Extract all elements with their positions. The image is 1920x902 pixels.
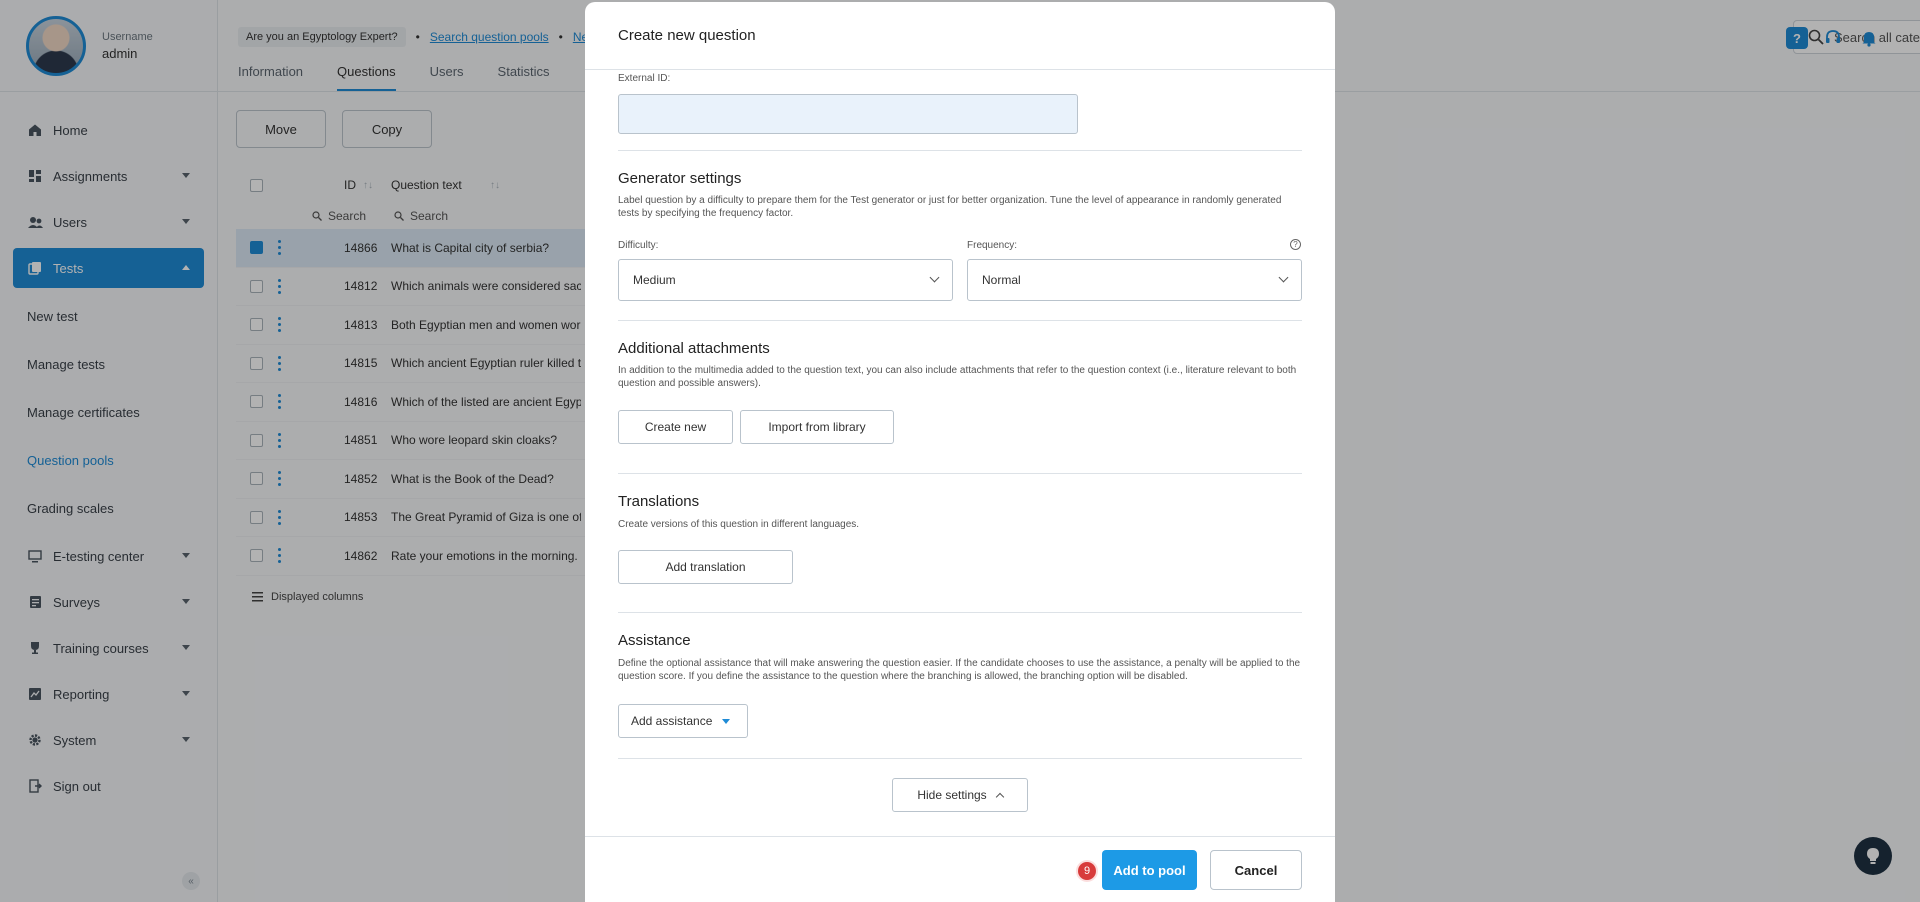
generator-settings-desc: Label question by a difficulty to prepar… bbox=[618, 195, 1282, 219]
cancel-button[interactable]: Cancel bbox=[1210, 850, 1302, 890]
difficulty-select[interactable]: Medium bbox=[618, 259, 953, 301]
modal-title: Create new question bbox=[585, 2, 1335, 70]
chevron-down-icon bbox=[929, 272, 940, 283]
divider bbox=[618, 758, 1302, 759]
frequency-select[interactable]: Normal bbox=[967, 259, 1302, 301]
divider bbox=[618, 150, 1302, 151]
difficulty-label: Difficulty: bbox=[618, 240, 659, 251]
import-from-library-button[interactable]: Import from library bbox=[740, 410, 894, 444]
difficulty-value: Medium bbox=[633, 273, 676, 287]
chevron-up-icon bbox=[995, 792, 1004, 802]
caret-down-icon bbox=[722, 718, 731, 724]
notification-badge: 9 bbox=[1078, 862, 1096, 880]
attachments-desc: In addition to the multimedia added to t… bbox=[618, 365, 1297, 389]
modal-footer: 9 Add to pool Cancel bbox=[585, 836, 1335, 902]
create-new-attachment-button[interactable]: Create new bbox=[618, 410, 733, 444]
assistance-title: Assistance bbox=[618, 632, 691, 649]
translations-title: Translations bbox=[618, 493, 700, 510]
external-id-field[interactable] bbox=[618, 94, 1078, 134]
attachments-title: Additional attachments bbox=[618, 340, 770, 357]
divider bbox=[618, 612, 1302, 613]
info-icon[interactable]: ? bbox=[1290, 239, 1301, 250]
assistance-desc: Define the optional assistance that will… bbox=[618, 658, 1301, 682]
add-assistance-dropdown[interactable]: Add assistance bbox=[618, 704, 748, 738]
chevron-down-icon bbox=[1278, 272, 1289, 283]
divider bbox=[618, 473, 1302, 474]
add-translation-button[interactable]: Add translation bbox=[618, 550, 793, 584]
create-question-modal: Create new question External ID: Generat… bbox=[585, 2, 1335, 902]
divider bbox=[618, 320, 1302, 321]
hide-settings-label: Hide settings bbox=[917, 788, 987, 802]
add-to-pool-button[interactable]: Add to pool bbox=[1102, 850, 1197, 890]
hide-settings-button[interactable]: Hide settings bbox=[892, 778, 1028, 812]
frequency-value: Normal bbox=[982, 273, 1021, 287]
translations-desc: Create versions of this question in diff… bbox=[618, 519, 860, 530]
generator-settings-title: Generator settings bbox=[618, 170, 742, 187]
add-assistance-label: Add assistance bbox=[631, 714, 713, 728]
external-id-label: External ID: bbox=[618, 73, 671, 84]
frequency-label: Frequency: bbox=[967, 240, 1018, 251]
